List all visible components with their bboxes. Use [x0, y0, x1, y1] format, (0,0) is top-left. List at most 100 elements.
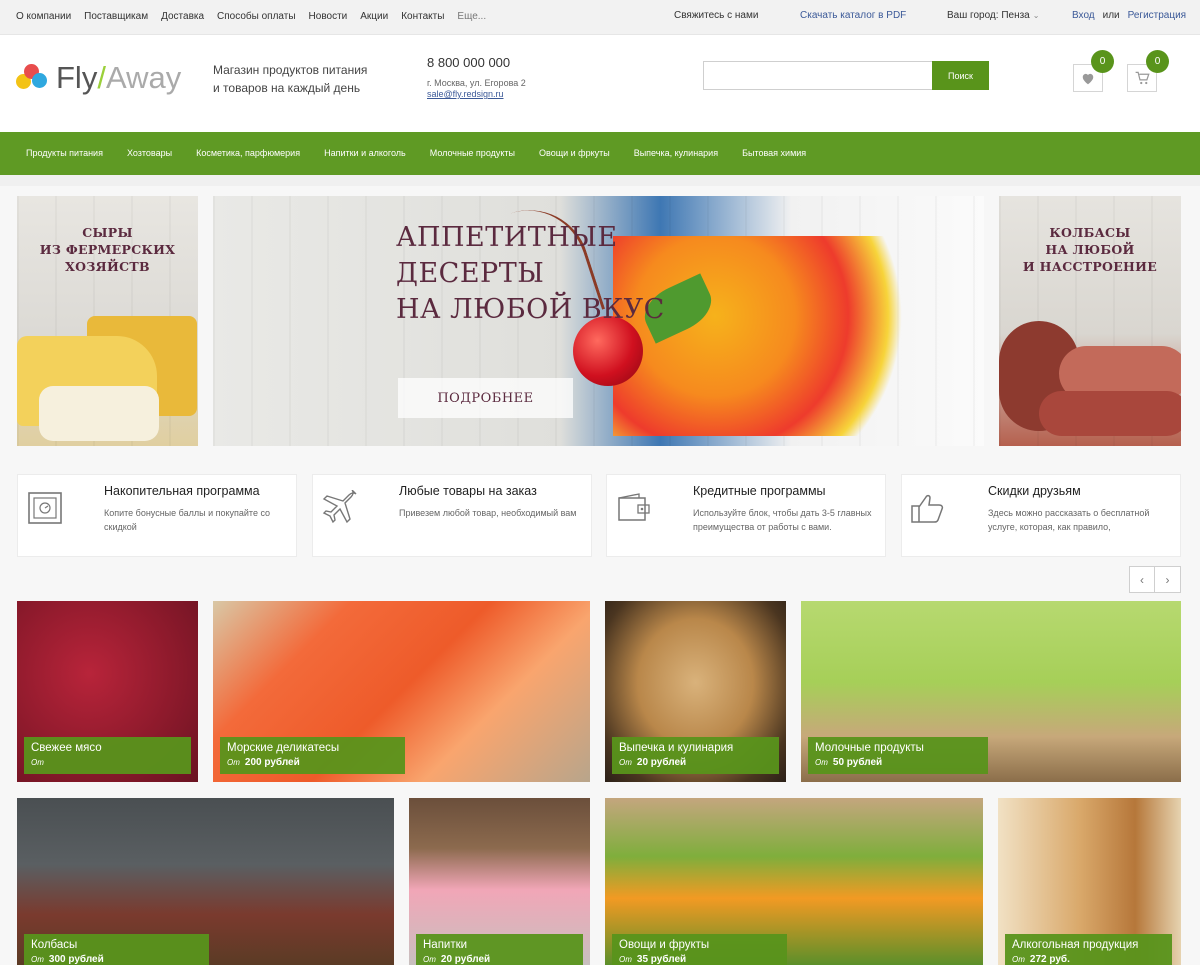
top-link-suppliers[interactable]: Поставщикам — [84, 11, 148, 22]
banner-desserts-title-line: ДЕСЕРТЫ — [396, 258, 545, 289]
tagline: Магазин продуктов питания и товаров на к… — [213, 61, 393, 97]
top-link-contacts[interactable]: Контакты — [401, 11, 444, 22]
tagline-line-2: и товаров на каждый день — [213, 81, 361, 95]
price-value: 272 руб. — [1029, 954, 1070, 965]
top-link-about[interactable]: О компании — [16, 11, 71, 22]
feature-description: Копите бонусные баллы и покупайте со ски… — [104, 508, 271, 532]
nav-item-dairy[interactable]: Молочные продукты — [430, 148, 515, 158]
nav-item-chemicals[interactable]: Бытовая химия — [742, 148, 806, 158]
logo-fly: Fly — [56, 60, 98, 95]
category-label: Выпечка и кулинария От 20 рублей — [612, 737, 779, 774]
category-tile[interactable]: Алкогольная продукция От 272 руб. — [998, 798, 1181, 965]
feature-title: Любые товары на заказ — [399, 484, 537, 498]
banner-desserts-title-line: АППЕТИТНЫЕ — [396, 222, 618, 253]
category-name: Морские деликатесы — [227, 742, 340, 754]
category-name: Напитки — [423, 939, 468, 951]
category-tile[interactable]: Напитки От 20 рублей — [409, 798, 590, 965]
tagline-line-1: Магазин продуктов питания — [213, 63, 368, 77]
header: Fly/Away Магазин продуктов питания и тов… — [0, 35, 1200, 132]
feature-title: Скидки друзьям — [988, 484, 1081, 498]
banner-desserts-title-line: НА ЛЮБОЙ ВКУС — [396, 294, 665, 325]
feature-title: Кредитные программы — [693, 484, 826, 498]
email-link[interactable]: sale@fly.redsign.ru — [427, 89, 504, 99]
top-link-sales[interactable]: Акции — [360, 11, 388, 22]
login-link[interactable]: Вход — [1072, 10, 1095, 21]
nav-item-food[interactable]: Продукты питания — [26, 148, 103, 158]
price-value: 35 рублей — [636, 954, 687, 965]
category-tile[interactable]: Свежее мясо От — [17, 601, 198, 782]
price-value: 200 рублей — [244, 757, 300, 768]
price-prefix: От — [619, 758, 632, 767]
price-prefix: От — [31, 955, 44, 964]
feature-title: Накопительная программа — [104, 484, 260, 498]
banner-sausages-title-line: НА ЛЮБОЙ — [1045, 242, 1135, 257]
top-link-payment[interactable]: Способы оплаты — [217, 11, 296, 22]
top-links: О компании Поставщикам Доставка Способы … — [16, 11, 486, 22]
top-link-news[interactable]: Новости — [309, 11, 348, 22]
category-tile[interactable]: Выпечка и кулинария От 20 рублей — [605, 601, 786, 782]
category-tile[interactable]: Морские деликатесы От 200 рублей — [213, 601, 590, 782]
logo-text: Fly/Away — [56, 60, 181, 96]
slider-arrows: ‹ › — [1129, 566, 1181, 593]
next-arrow-button[interactable]: › — [1155, 566, 1181, 593]
logo[interactable]: Fly/Away — [16, 60, 186, 100]
banner-sausages-title-line: КОЛБАСЫ — [1049, 225, 1131, 240]
category-price: От 272 руб. — [1012, 953, 1164, 965]
top-link-more[interactable]: Еще... — [457, 11, 486, 22]
category-name: Выпечка и кулинария — [619, 742, 734, 754]
sausage-image — [1039, 391, 1181, 436]
category-label: Овощи и фрукты От 35 рублей — [612, 934, 787, 965]
banner-cheese-title-line: ХОЗЯЙСТВ — [65, 259, 150, 274]
nav-item-cosmetics[interactable]: Косметика, парфюмерия — [196, 148, 300, 158]
nav-items: Продукты питания Хозтовары Косметика, па… — [26, 148, 806, 158]
category-name: Овощи и фрукты — [619, 939, 710, 951]
airplane-icon — [321, 489, 359, 527]
feature-card[interactable]: Любые товары на заказ Привезем любой тов… — [312, 474, 592, 557]
logo-away: Away — [105, 60, 182, 95]
address: г. Москва, ул. Егорова 2 — [427, 78, 526, 88]
cart-icon — [1135, 71, 1150, 85]
prev-arrow-button[interactable]: ‹ — [1129, 566, 1155, 593]
price-prefix: От — [227, 758, 240, 767]
category-price: От 20 рублей — [423, 953, 575, 965]
feature-card[interactable]: Скидки друзьям Здесь можно рассказать о … — [901, 474, 1181, 557]
banner-cheese[interactable]: СЫРЫ ИЗ ФЕРМЕРСКИХ ХОЗЯЙСТВ — [17, 196, 198, 446]
top-link-delivery[interactable]: Доставка — [161, 11, 204, 22]
safe-icon — [26, 489, 64, 527]
category-tile[interactable]: Молочные продукты От 50 рублей — [801, 601, 1181, 782]
contact-us-link[interactable]: Свяжитесь с нами — [674, 10, 758, 21]
nav-item-household[interactable]: Хозтовары — [127, 148, 172, 158]
category-name: Свежее мясо — [31, 742, 102, 754]
more-button[interactable]: ПОДРОБНЕЕ — [398, 378, 573, 418]
search-button[interactable]: Поиск — [932, 61, 989, 90]
banner-sausages[interactable]: КОЛБАСЫ НА ЛЮБОЙ И НАССТРОЕНИЕ — [999, 196, 1181, 446]
category-tile[interactable]: Овощи и фрукты От 35 рублей — [605, 798, 983, 965]
download-catalog-link[interactable]: Скачать каталог в PDF — [800, 10, 906, 21]
logo-dot-blue — [32, 73, 47, 88]
feature-card[interactable]: Накопительная программа Копите бонусные … — [17, 474, 297, 557]
main-nav: Продукты питания Хозтовары Косметика, па… — [0, 132, 1200, 175]
price-value: 50 рублей — [832, 757, 883, 768]
category-price: От 35 рублей — [619, 953, 779, 965]
banner-desserts[interactable]: АППЕТИТНЫЕ ДЕСЕРТЫ НА ЛЮБОЙ ВКУС ПОДРОБН… — [213, 196, 984, 446]
category-tile[interactable]: Колбасы От 300 рублей — [17, 798, 394, 965]
wallet-icon — [615, 489, 653, 527]
phone-number[interactable]: 8 800 000 000 — [427, 55, 510, 70]
city-selector[interactable]: Ваш город: Пенза ⌄ — [947, 10, 1039, 21]
search-input[interactable] — [703, 61, 933, 90]
category-name: Колбасы — [31, 939, 78, 951]
register-link[interactable]: Регистрация — [1128, 10, 1186, 21]
feature-card[interactable]: Кредитные программы Используйте блок, чт… — [606, 474, 886, 557]
nav-item-drinks[interactable]: Напитки и алкоголь — [324, 148, 406, 158]
heart-icon — [1082, 73, 1094, 84]
banner-cheese-title-line: СЫРЫ — [82, 225, 133, 240]
nav-item-vegetables[interactable]: Овощи и фркуты — [539, 148, 610, 158]
cheese-image — [39, 386, 159, 441]
banner-sausages-title-line: И НАССТРОЕНИЕ — [1022, 259, 1158, 274]
city-label: Ваш город: Пенза — [947, 10, 1030, 21]
banner-sausages-title: КОЛБАСЫ НА ЛЮБОЙ И НАССТРОЕНИЕ — [999, 224, 1181, 275]
nav-item-bakery[interactable]: Выпечка, кулинария — [634, 148, 718, 158]
thumbs-up-icon — [910, 489, 948, 527]
price-prefix: От — [1012, 955, 1025, 964]
category-price: От 200 рублей — [227, 756, 397, 770]
